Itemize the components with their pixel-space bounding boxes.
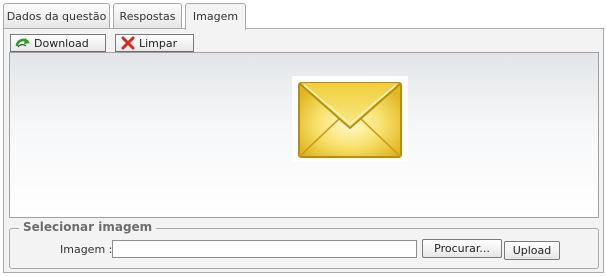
download-button[interactable]: Download (10, 34, 106, 52)
tab-respostas[interactable]: Respostas (113, 3, 182, 28)
download-arrow-icon (15, 36, 31, 50)
tab-imagem[interactable]: Imagem (185, 3, 246, 30)
tab-panel-imagem: Download Limpar Selecionar imagem Imagem… (3, 28, 604, 273)
envelope-icon (292, 76, 408, 162)
upload-button[interactable]: Upload (504, 241, 560, 260)
select-image-fieldset: Selecionar imagem Imagem : Procurar... U… (9, 220, 599, 269)
browse-button[interactable]: Procurar... (422, 239, 502, 258)
tab-dados-da-questao[interactable]: Dados da questão (3, 3, 110, 28)
select-image-legend: Selecionar imagem (19, 220, 157, 234)
image-file-input[interactable] (112, 240, 417, 258)
red-x-icon (120, 36, 136, 50)
image-preview-area (9, 52, 599, 218)
download-label: Download (34, 36, 89, 50)
clear-label: Limpar (139, 36, 178, 50)
clear-button[interactable]: Limpar (115, 34, 194, 52)
image-editor-dialog: Dados da questão Respostas Imagem Downlo… (0, 0, 606, 276)
image-field-label: Imagem : (60, 243, 113, 256)
